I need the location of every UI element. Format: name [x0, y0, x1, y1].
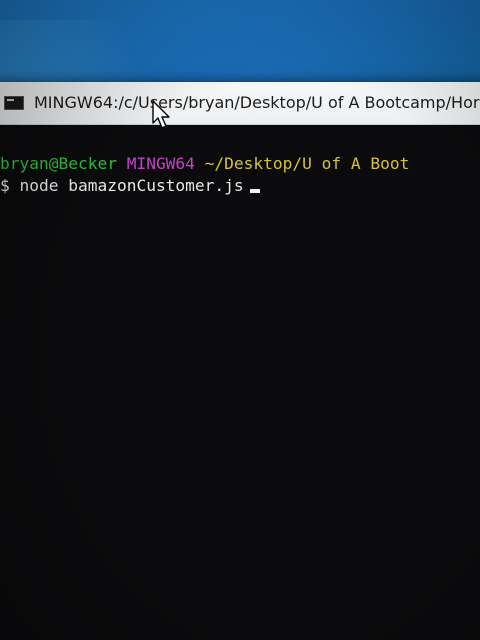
- window-titlebar[interactable]: MINGW64:/c/Users/bryan/Desktop/U of A Bo…: [0, 82, 480, 125]
- mouse-pointer-icon: [152, 100, 170, 129]
- prompt-line: bryan@Becker MINGW64 ~/Desktop/U of A Bo…: [0, 153, 409, 175]
- terminal-output[interactable]: bryan@Becker MINGW64 ~/Desktop/U of A Bo…: [0, 125, 480, 640]
- command-line[interactable]: $ node bamazonCustomer.js: [0, 175, 260, 197]
- prompt-shell: MINGW64: [126, 154, 195, 173]
- terminal-window[interactable]: MINGW64:/c/Users/bryan/Desktop/U of A Bo…: [0, 82, 480, 640]
- photo-scene: MINGW64:/c/Users/bryan/Desktop/U of A Bo…: [0, 0, 480, 640]
- typed-command: node bamazonCustomer.js: [19, 176, 244, 195]
- prompt-user-host: bryan@Becker: [0, 154, 117, 173]
- prompt-symbol: $: [0, 176, 10, 195]
- window-title: MINGW64:/c/Users/bryan/Desktop/U of A Bo…: [34, 93, 480, 112]
- prompt-cwd: ~/Desktop/U of A Boot: [204, 154, 410, 173]
- terminal-icon[interactable]: [4, 96, 24, 110]
- text-cursor: [249, 189, 260, 193]
